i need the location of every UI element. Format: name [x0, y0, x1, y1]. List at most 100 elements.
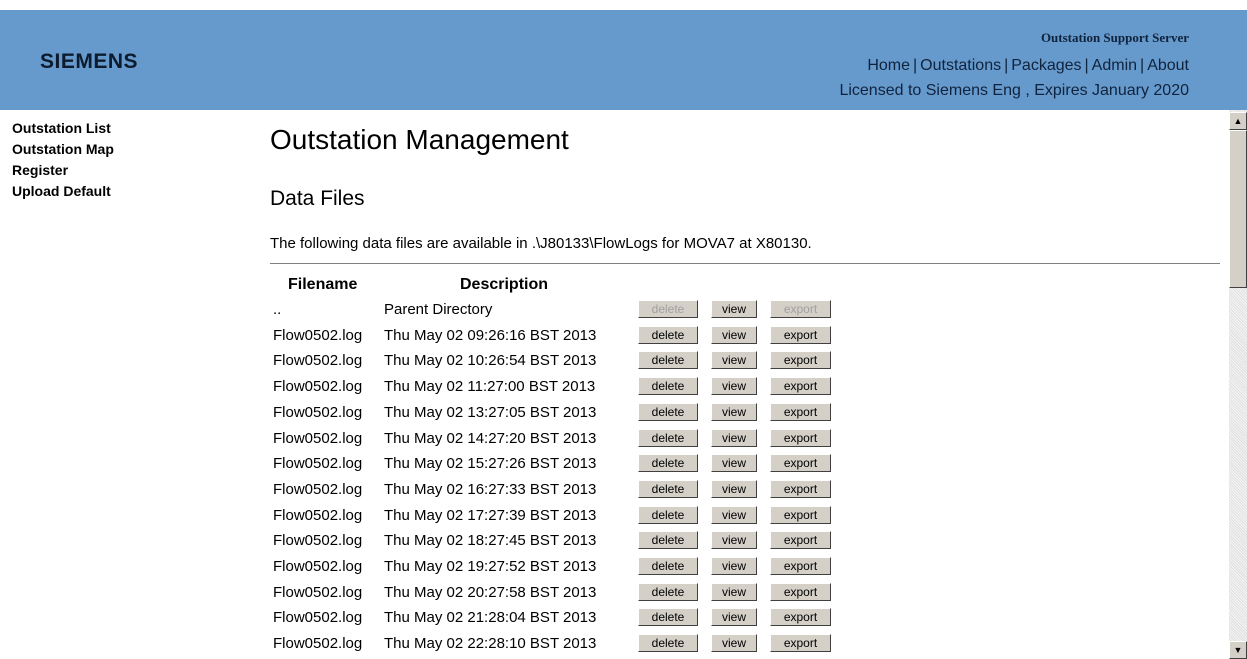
- main-content: Outstation Management Data Files The fol…: [262, 110, 1229, 659]
- export-button[interactable]: export: [770, 402, 831, 421]
- export-button[interactable]: export: [770, 557, 831, 575]
- filename-cell: Flow0502.log: [273, 583, 363, 601]
- export-button[interactable]: export: [770, 608, 831, 627]
- description-cell: Parent Directory: [384, 301, 493, 318]
- scroll-down-arrow-icon[interactable]: ▼: [1229, 641, 1247, 659]
- nav-admin-link[interactable]: Admin: [1092, 57, 1137, 74]
- view-button[interactable]: view: [711, 300, 757, 318]
- filename-cell: Flow0502.log: [273, 455, 363, 473]
- table-row: Flow0502.log Thu May 02 09:26:16 BST 2013…: [262, 322, 1229, 348]
- header-bar: SIEMENS Outstation Support Server Home | O…: [0, 10, 1247, 110]
- delete-button: delete: [638, 300, 698, 318]
- sidebar-item-upload-default[interactable]: Upload Default: [12, 183, 111, 199]
- view-button[interactable]: view: [711, 428, 757, 447]
- nav-packages-link[interactable]: Packages: [1011, 57, 1081, 74]
- sidebar-item-register[interactable]: Register: [12, 162, 68, 178]
- filename-cell: Flow0502.log: [273, 480, 363, 498]
- section-title: Data Files: [270, 187, 365, 210]
- filename-cell: Flow0502.log: [273, 558, 363, 575]
- table-row: Flow0502.log Thu May 02 22:28:10 BST 2013…: [262, 630, 1229, 656]
- delete-button[interactable]: delete: [638, 351, 698, 370]
- table-row: Flow0502.log Thu May 02 17:27:39 BST 2013…: [262, 502, 1229, 528]
- sidebar: Outstation List Outstation Map Register …: [0, 110, 259, 659]
- export-button[interactable]: export: [770, 377, 831, 396]
- table-row: .. Parent Directory delete view export: [262, 296, 1229, 322]
- filename-cell: Flow0502.log: [273, 403, 363, 421]
- nav-separator: |: [1004, 57, 1009, 74]
- top-nav: Home | Outstations | Packages | Admin | About: [867, 57, 1189, 75]
- description-cell: Thu May 02 19:27:52 BST 2013: [384, 558, 597, 575]
- export-button[interactable]: export: [770, 531, 831, 550]
- table-row: Flow0502.log Thu May 02 19:27:52 BST 2013…: [262, 553, 1229, 579]
- view-button[interactable]: view: [711, 325, 757, 344]
- view-button[interactable]: view: [711, 377, 757, 396]
- table-row: Flow0502.log Thu May 02 14:27:20 BST 2013…: [262, 425, 1229, 451]
- nav-outstations-link[interactable]: Outstations: [920, 57, 1001, 74]
- table-row: Flow0502.log Thu May 02 13:27:05 BST 2013…: [262, 399, 1229, 425]
- filename-cell: Flow0502.log: [273, 609, 363, 627]
- description-cell: Thu May 02 20:27:58 BST 2013: [384, 583, 597, 601]
- nav-about-link[interactable]: About: [1147, 57, 1189, 74]
- filename-cell: Flow0502.log: [273, 378, 363, 396]
- export-button[interactable]: export: [770, 505, 831, 524]
- page-title: Outstation Management: [270, 124, 569, 155]
- intro-text: The following data files are available i…: [270, 235, 812, 252]
- nav-separator: |: [913, 57, 918, 74]
- table-row: Flow0502.log Thu May 02 21:28:04 BST 2013…: [262, 604, 1229, 630]
- vertical-scrollbar[interactable]: ▲ ▼: [1229, 110, 1247, 659]
- export-button[interactable]: export: [770, 634, 831, 653]
- view-button[interactable]: view: [711, 582, 757, 601]
- scrollbar-thumb[interactable]: [1229, 130, 1247, 288]
- view-button[interactable]: view: [711, 505, 757, 524]
- description-cell: Thu May 02 18:27:45 BST 2013: [384, 532, 597, 550]
- delete-button[interactable]: delete: [638, 608, 698, 627]
- export-button[interactable]: export: [770, 454, 831, 473]
- sidebar-item-outstation-map[interactable]: Outstation Map: [12, 141, 114, 157]
- description-cell: Thu May 02 14:27:20 BST 2013: [384, 429, 597, 447]
- export-button: export: [770, 300, 831, 318]
- export-button[interactable]: export: [770, 325, 831, 344]
- description-column-header: Description: [460, 276, 549, 293]
- export-button[interactable]: export: [770, 428, 831, 447]
- delete-button[interactable]: delete: [638, 479, 698, 498]
- description-cell: Thu May 02 09:26:16 BST 2013: [384, 326, 597, 344]
- delete-button[interactable]: delete: [638, 505, 698, 524]
- view-button[interactable]: view: [711, 351, 757, 370]
- table-row: Flow0502.log Thu May 02 16:27:33 BST 2013…: [262, 476, 1229, 502]
- view-button[interactable]: view: [711, 531, 757, 550]
- table-row: Flow0502.log Thu May 02 20:27:58 BST 2013…: [262, 579, 1229, 605]
- view-button[interactable]: view: [711, 608, 757, 627]
- filename-cell: Flow0502.log: [273, 352, 363, 370]
- delete-button[interactable]: delete: [638, 557, 698, 575]
- nav-home-link[interactable]: Home: [867, 57, 910, 74]
- filename-cell: Flow0502.log: [273, 506, 363, 524]
- delete-button[interactable]: delete: [638, 428, 698, 447]
- filename-cell: Flow0502.log: [273, 635, 363, 653]
- delete-button[interactable]: delete: [638, 531, 698, 550]
- delete-button[interactable]: delete: [638, 582, 698, 601]
- nav-separator: |: [1084, 57, 1089, 74]
- delete-button[interactable]: delete: [638, 325, 698, 344]
- description-cell: Thu May 02 22:28:10 BST 2013: [384, 635, 597, 653]
- top-border: [0, 0, 1247, 10]
- server-title: Outstation Support Server: [1040, 30, 1189, 45]
- delete-button[interactable]: delete: [638, 402, 698, 421]
- view-button[interactable]: view: [711, 402, 757, 421]
- delete-button[interactable]: delete: [638, 634, 698, 653]
- view-button[interactable]: view: [711, 479, 757, 498]
- export-button[interactable]: export: [770, 582, 831, 601]
- description-cell: Thu May 02 15:27:26 BST 2013: [384, 455, 597, 473]
- view-button[interactable]: view: [711, 454, 757, 473]
- filename-cell: ..: [273, 301, 282, 318]
- export-button[interactable]: export: [770, 351, 831, 370]
- view-button[interactable]: view: [711, 634, 757, 653]
- delete-button[interactable]: delete: [638, 377, 698, 396]
- filename-cell: Flow0502.log: [273, 326, 363, 344]
- sidebar-item-outstation-list[interactable]: Outstation List: [12, 120, 111, 136]
- description-cell: Thu May 02 17:27:39 BST 2013: [384, 506, 597, 524]
- view-button[interactable]: view: [711, 557, 757, 575]
- table-row: Flow0502.log Thu May 02 18:27:45 BST 2013…: [262, 527, 1229, 553]
- delete-button[interactable]: delete: [638, 454, 698, 473]
- scroll-up-arrow-icon[interactable]: ▲: [1229, 112, 1247, 130]
- export-button[interactable]: export: [770, 479, 831, 498]
